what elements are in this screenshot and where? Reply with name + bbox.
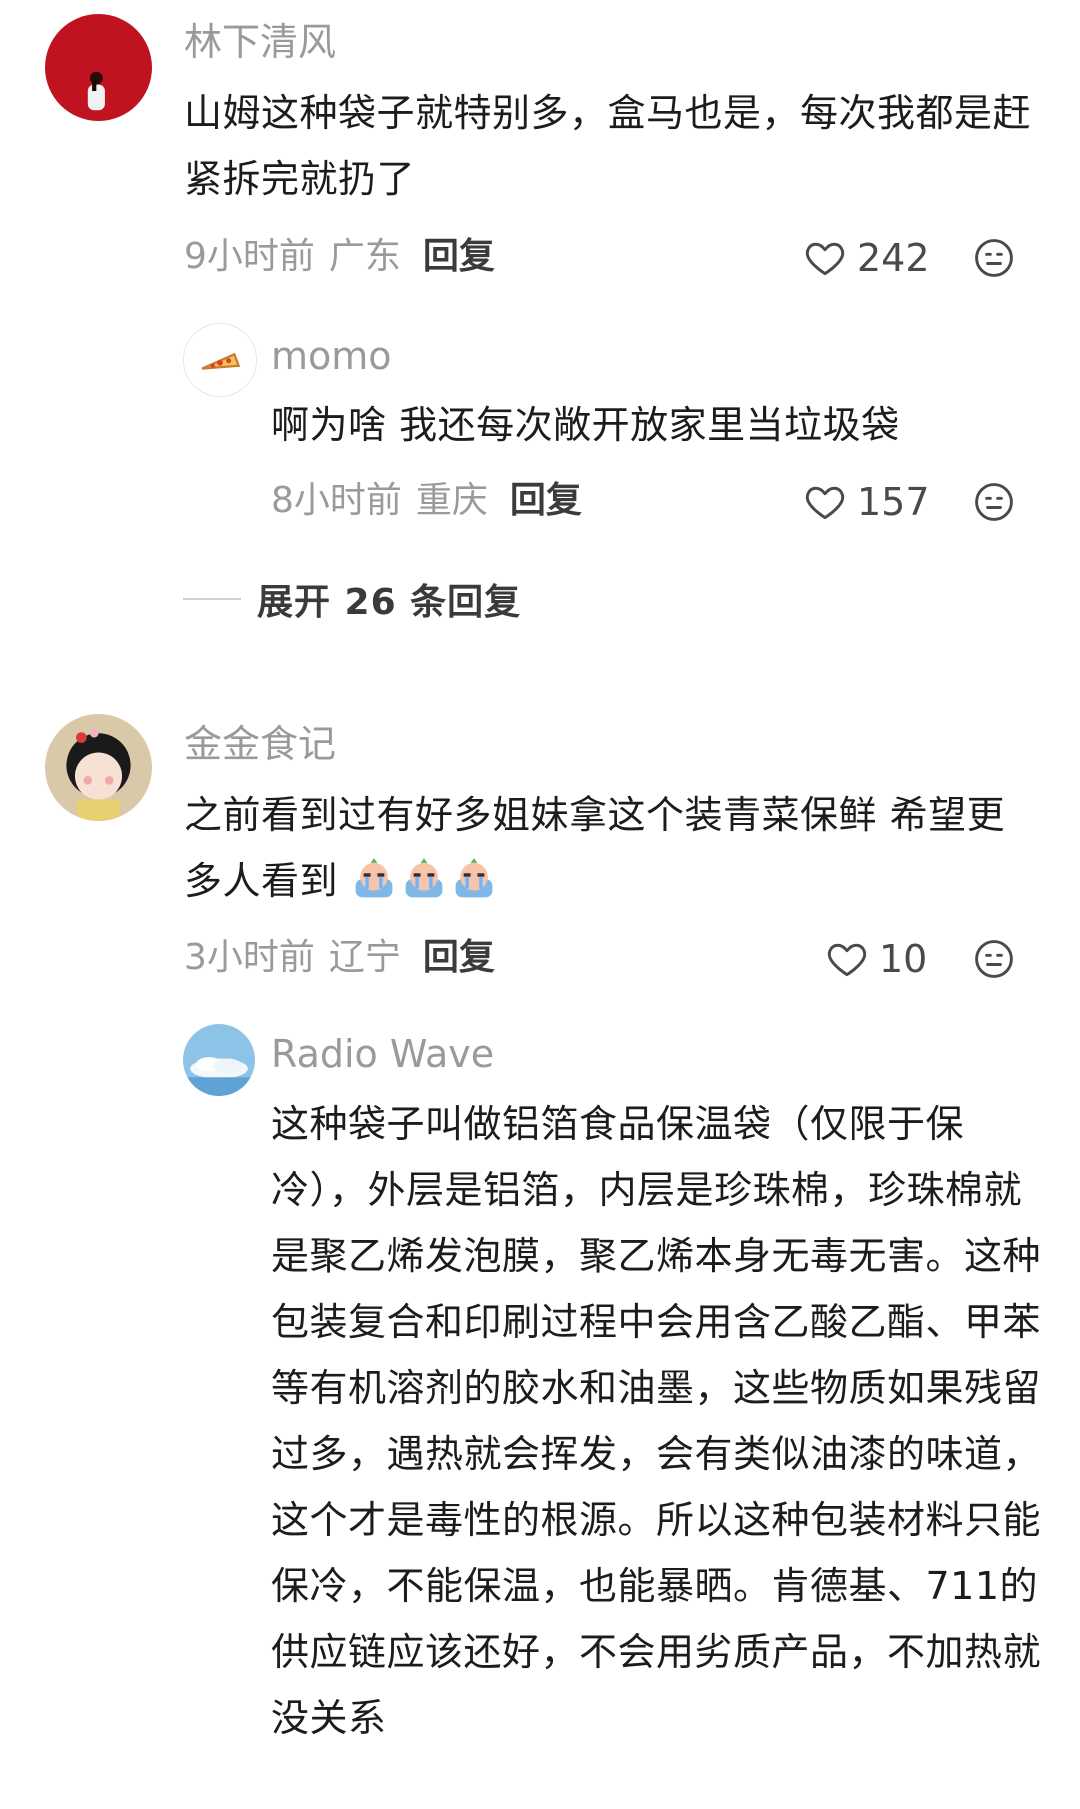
like-button[interactable]: 157 <box>803 477 930 527</box>
comment-location: 重庆 <box>415 480 488 521</box>
comment-text-content: 之前看到过有好多姐妹拿这个装青菜保鲜 希望更多人看到 <box>184 793 1006 903</box>
heart-outline-icon <box>827 943 867 977</box>
expand-replies-button[interactable]: 展开 26 条回复 <box>183 576 522 623</box>
comment-meta: 3小时前 辽宁 回复 <box>184 936 495 980</box>
comment-text: 这种袋子叫做铝箔食品保温袋（仅限于保冷），外层是铝箔，内层是珍珠棉，珍珠棉就是聚… <box>271 1102 1042 1740</box>
neutral-face-icon <box>975 483 1013 521</box>
username[interactable]: 林下清风 <box>184 20 336 64</box>
comment-time: 3小时前 <box>184 937 315 978</box>
crying-emoji-icon <box>351 856 397 902</box>
like-count: 242 <box>857 236 930 280</box>
crying-emoji-icon <box>451 856 497 902</box>
neutral-face-icon <box>975 239 1013 277</box>
reply-button[interactable]: 回复 <box>423 937 495 978</box>
dislike-button[interactable] <box>972 480 1016 524</box>
reply-button[interactable]: 回复 <box>510 480 582 521</box>
comment-location: 辽宁 <box>328 937 401 978</box>
comment-time: 8小时前 <box>271 480 402 521</box>
avatar[interactable] <box>45 714 152 821</box>
comment-meta: 8小时前 重庆 回复 <box>271 479 582 523</box>
username[interactable]: 金金食记 <box>184 722 336 766</box>
expand-replies-label: 展开 26 条回复 <box>257 582 522 623</box>
like-count: 157 <box>857 480 930 524</box>
comment-text: 啊为啥 我还每次敞开放家里当垃圾袋 <box>271 403 900 447</box>
dislike-button[interactable] <box>972 236 1016 280</box>
username[interactable]: momo <box>271 334 392 378</box>
dislike-button[interactable] <box>972 937 1016 981</box>
heart-outline-icon <box>805 486 845 520</box>
crying-emoji-icon <box>401 856 447 902</box>
avatar[interactable] <box>45 14 152 121</box>
like-button[interactable]: 10 <box>825 934 927 984</box>
comment-time: 9小时前 <box>184 236 315 277</box>
comment-section: 林下清风 山姆这种袋子就特别多，盒马也是，每次我都是赶紧拆完就扔了 9小时前 广东… <box>0 0 1080 1809</box>
username[interactable]: Radio Wave <box>271 1032 494 1076</box>
like-button[interactable]: 242 <box>803 233 930 283</box>
like-count: 10 <box>879 937 928 981</box>
neutral-face-icon <box>975 940 1013 978</box>
divider <box>183 598 241 600</box>
comment-meta: 9小时前 广东 回复 <box>184 235 495 279</box>
reply-button[interactable]: 回复 <box>423 236 495 277</box>
avatar[interactable] <box>183 1024 255 1096</box>
heart-outline-icon <box>805 242 845 276</box>
avatar[interactable] <box>183 323 257 397</box>
comment-location: 广东 <box>328 236 401 277</box>
comment-text: 山姆这种袋子就特别多，盒马也是，每次我都是赶紧拆完就扔了 <box>184 91 1032 201</box>
comment-text: 之前看到过有好多姐妹拿这个装青菜保鲜 希望更多人看到 <box>184 782 1034 914</box>
